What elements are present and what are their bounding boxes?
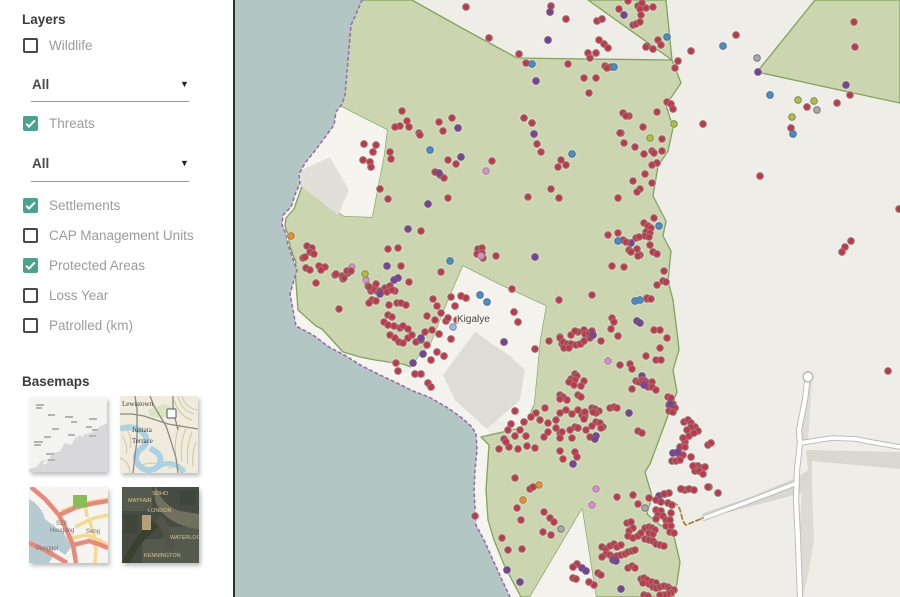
svg-text:SOHO: SOHO bbox=[152, 491, 169, 497]
svg-text:MAYFAIR: MAYFAIR bbox=[128, 498, 152, 504]
svg-text:Terrace: Terrace bbox=[132, 437, 153, 445]
svg-text:Juniata: Juniata bbox=[132, 426, 153, 434]
svg-text:Lewistown: Lewistown bbox=[122, 400, 154, 408]
svg-text:WATERLOO: WATERLOO bbox=[170, 535, 199, 541]
svg-text:Kigalye: Kigalye bbox=[457, 314, 490, 325]
svg-text:KENNINGTON: KENNINGTON bbox=[144, 553, 181, 559]
svg-text:S19: S19 bbox=[56, 521, 67, 527]
svg-text:Hougang: Hougang bbox=[50, 528, 74, 534]
svg-text:Seng: Seng bbox=[86, 529, 100, 535]
svg-text:Punggol: Punggol bbox=[36, 546, 58, 552]
svg-text:LONDON: LONDON bbox=[148, 508, 172, 514]
